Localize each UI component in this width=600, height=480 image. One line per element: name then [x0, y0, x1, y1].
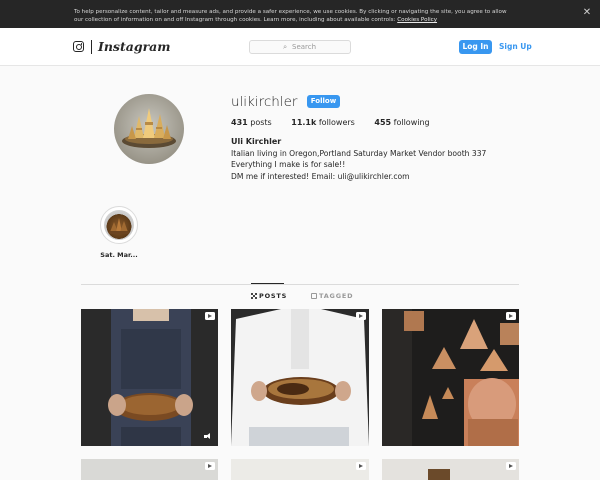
profile-bio: Italian living in Oregon,Portland Saturd…: [231, 148, 486, 182]
following-stat[interactable]: 455 following: [374, 118, 429, 127]
logo-divider: [91, 40, 92, 54]
post-image-partial: [382, 459, 519, 480]
profile-stats: 431 posts 11.1k followers 455 following: [231, 118, 447, 127]
follow-button[interactable]: Follow: [307, 95, 340, 108]
close-icon[interactable]: ✕: [581, 7, 593, 19]
post-image-hands-holding-carving: [81, 309, 218, 446]
post-thumbnail[interactable]: [382, 309, 519, 446]
post-thumbnail[interactable]: [382, 459, 519, 480]
top-nav: Instagram ⌕ Search Log In Sign Up: [0, 28, 600, 66]
cookie-banner-text-block: To help personalize content, tailor and …: [74, 8, 514, 24]
video-icon: [205, 462, 215, 470]
tabs-divider: [81, 284, 519, 285]
bio-line: Italian living in Oregon,Portland Saturd…: [231, 149, 487, 158]
cookies-policy-link[interactable]: Cookies Policy: [397, 17, 437, 23]
avatar-wood-carving-image: [122, 108, 176, 148]
post-image-wall-of-carvings: [382, 309, 519, 446]
bio-line: Everything I make is for sale!!: [231, 160, 346, 170]
profile-username: ulikirchler: [231, 94, 298, 110]
post-image-white-shirt-carving: [231, 309, 369, 446]
bio-line: DM me if interested! Email: uli@ulikirch…: [231, 171, 410, 181]
instagram-wordmark[interactable]: Instagram: [98, 39, 171, 54]
posts-count: 431: [231, 118, 248, 127]
following-label: following: [393, 118, 430, 127]
followers-label: followers: [318, 118, 355, 127]
post-thumbnail[interactable]: [231, 459, 369, 480]
tab-tagged-label: TAGGED: [319, 292, 354, 300]
tab-tagged[interactable]: TAGGED: [311, 292, 353, 300]
log-in-button[interactable]: Log In: [459, 40, 492, 54]
sound-icon[interactable]: [204, 433, 212, 440]
post-thumbnail[interactable]: [81, 309, 218, 446]
profile-avatar: [114, 94, 184, 164]
following-count: 455: [374, 118, 392, 127]
search-input[interactable]: ⌕ Search: [249, 40, 351, 54]
post-thumbnail[interactable]: [231, 309, 369, 446]
profile-full-name: Uli Kirchler: [231, 137, 282, 146]
post-thumbnail[interactable]: [81, 459, 218, 480]
sign-up-link[interactable]: Sign Up: [499, 42, 532, 51]
tab-posts-label: POSTS: [259, 292, 288, 300]
story-highlight[interactable]: [100, 206, 138, 244]
video-icon: [356, 312, 366, 320]
video-icon: [205, 312, 215, 320]
cookie-banner: To help personalize content, tailor and …: [0, 0, 600, 28]
highlight-carving-image: [109, 218, 129, 234]
video-icon: [356, 462, 366, 470]
followers-stat[interactable]: 11.1k followers: [291, 118, 355, 127]
followers-count: 11.1k: [291, 118, 317, 127]
video-icon: [506, 462, 516, 470]
search-placeholder: Search: [292, 43, 317, 51]
grid-icon: [251, 292, 257, 299]
cookie-banner-text: To help personalize content, tailor and …: [74, 9, 507, 23]
active-tab-indicator: [251, 283, 284, 284]
story-highlight-label: Sat. Mar...: [100, 251, 138, 259]
tab-posts[interactable]: POSTS: [251, 292, 287, 300]
posts-label: posts: [250, 118, 272, 127]
search-icon: ⌕: [283, 42, 288, 51]
story-highlight-image: [104, 210, 134, 240]
video-icon: [506, 312, 516, 320]
instagram-camera-icon[interactable]: [73, 41, 84, 52]
posts-stat: 431 posts: [231, 118, 272, 127]
tag-icon: [311, 292, 317, 299]
